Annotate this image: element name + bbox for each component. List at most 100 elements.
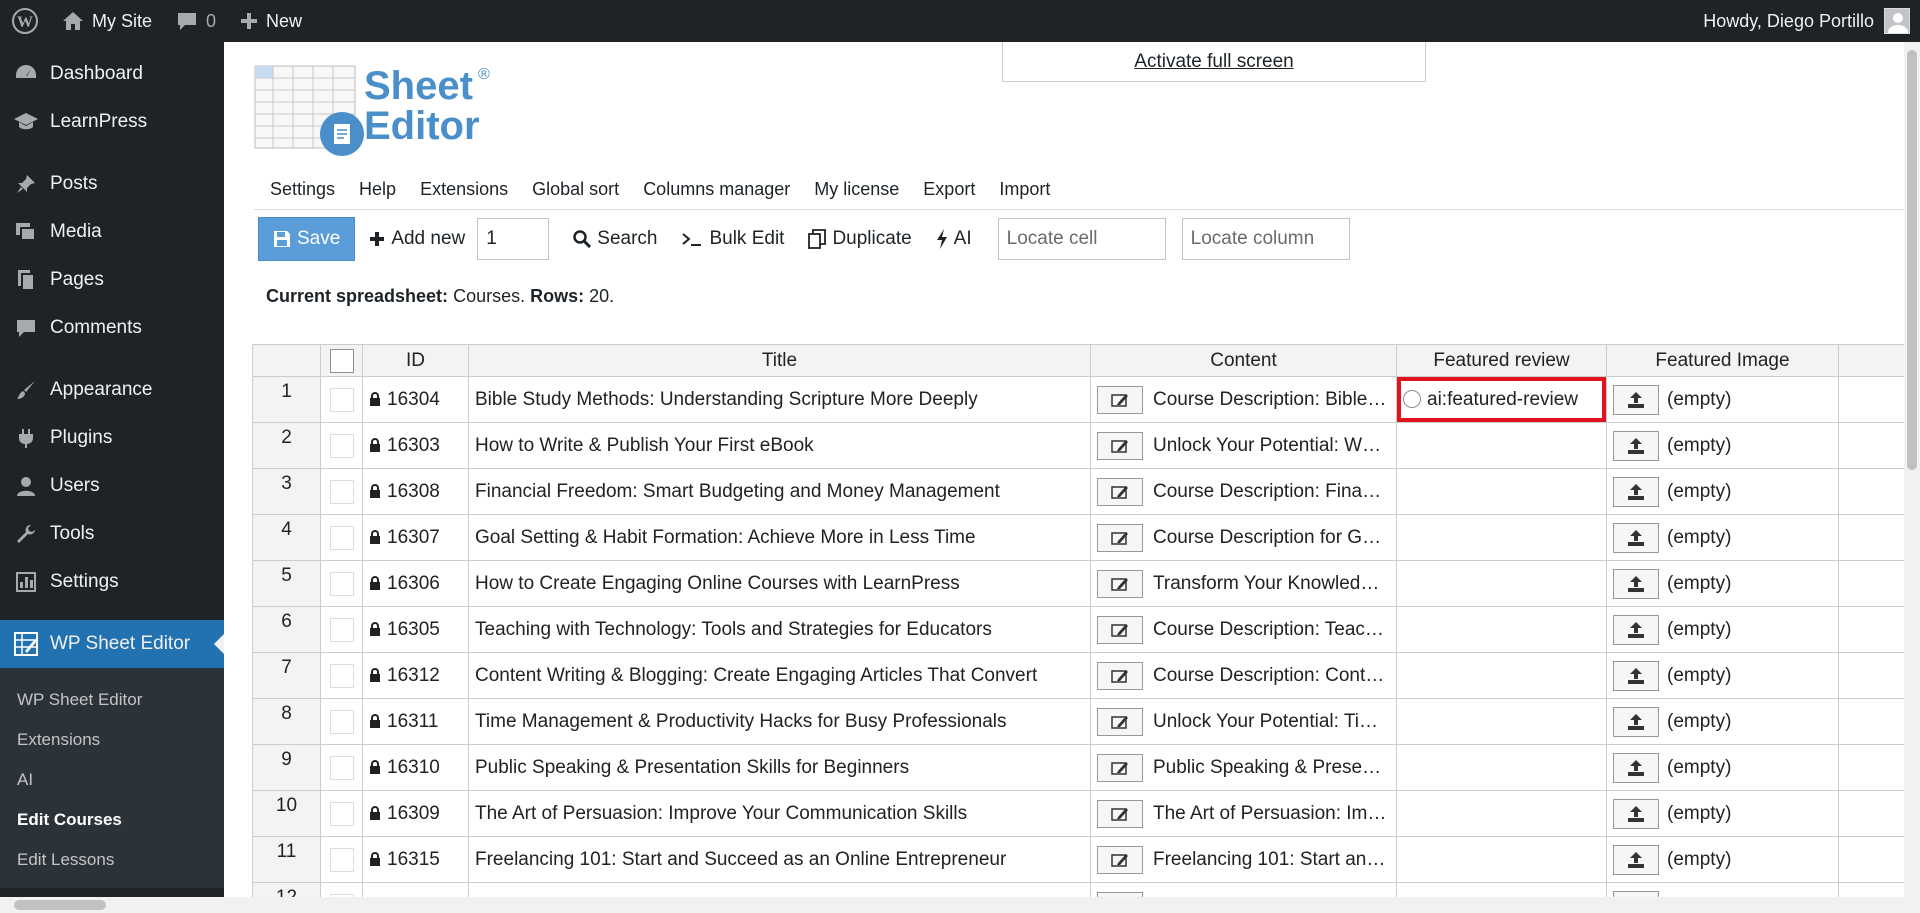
menu-settings[interactable]: Settings bbox=[254, 179, 347, 200]
sidebar-item-appearance[interactable]: Appearance bbox=[0, 366, 224, 414]
featured-image-cell[interactable]: (empty) bbox=[1606, 422, 1839, 469]
submenu-edit-lessons[interactable]: Edit Lessons bbox=[0, 840, 224, 880]
upload-icon[interactable] bbox=[1613, 844, 1659, 875]
activate-fullscreen-link[interactable]: Activate full screen bbox=[1002, 42, 1426, 82]
menu-columns-manager[interactable]: Columns manager bbox=[631, 179, 802, 200]
row-checkbox-cell[interactable] bbox=[320, 514, 363, 561]
upload-icon[interactable] bbox=[1613, 476, 1659, 507]
edit-content-icon[interactable] bbox=[1097, 569, 1143, 598]
upload-icon[interactable] bbox=[1613, 430, 1659, 461]
search-button[interactable]: Search bbox=[561, 217, 669, 261]
upload-icon[interactable] bbox=[1613, 568, 1659, 599]
sidebar-item-dashboard[interactable]: Dashboard bbox=[0, 50, 224, 98]
row-checkbox[interactable] bbox=[329, 801, 354, 826]
submenu-extensions[interactable]: Extensions bbox=[0, 720, 224, 760]
comments-link[interactable]: 0 bbox=[164, 0, 228, 42]
row-checkbox[interactable] bbox=[329, 755, 354, 780]
bulk-edit-button[interactable]: Bulk Edit bbox=[669, 217, 796, 261]
menu-import[interactable]: Import bbox=[987, 179, 1062, 200]
id-cell[interactable]: 16304 bbox=[362, 376, 469, 423]
row-checkbox-cell[interactable] bbox=[320, 468, 363, 515]
featured-review-cell[interactable] bbox=[1396, 422, 1607, 469]
featured-review-cell[interactable] bbox=[1396, 560, 1607, 607]
row-checkbox-cell[interactable] bbox=[320, 376, 363, 423]
edit-content-icon[interactable] bbox=[1097, 799, 1143, 828]
title-cell[interactable]: Content Writing & Blogging: Create Engag… bbox=[468, 652, 1091, 699]
menu-extensions[interactable]: Extensions bbox=[408, 179, 520, 200]
featured-image-cell[interactable]: (empty) bbox=[1606, 560, 1839, 607]
id-cell[interactable]: 16311 bbox=[362, 698, 469, 745]
title-cell[interactable]: Financial Freedom: Smart Budgeting and M… bbox=[468, 468, 1091, 515]
featured-review-cell[interactable] bbox=[1396, 468, 1607, 515]
featured-review-cell[interactable] bbox=[1396, 698, 1607, 745]
locate-column-input[interactable] bbox=[1181, 218, 1350, 260]
upload-icon[interactable] bbox=[1613, 522, 1659, 553]
edit-content-icon[interactable] bbox=[1097, 707, 1143, 736]
upload-icon[interactable] bbox=[1613, 752, 1659, 783]
add-new-count-input[interactable] bbox=[477, 218, 550, 260]
featured-image-cell[interactable]: (empty) bbox=[1606, 376, 1839, 423]
title-cell[interactable]: Teaching with Technology: Tools and Stra… bbox=[468, 606, 1091, 653]
content-cell[interactable]: Course Description: Fina… bbox=[1090, 468, 1397, 515]
duplicate-button[interactable]: Duplicate bbox=[796, 217, 923, 261]
vertical-scroll-thumb[interactable] bbox=[1907, 50, 1917, 470]
content-cell[interactable]: Freelancing 101: Start an… bbox=[1090, 836, 1397, 883]
sidebar-item-wp-sheet-editor[interactable]: WP Sheet Editor bbox=[0, 620, 224, 668]
sidebar-item-learnpress[interactable]: LearnPress bbox=[0, 98, 224, 146]
edit-content-icon[interactable] bbox=[1097, 661, 1143, 690]
title-cell[interactable]: How to Create Engaging Online Courses wi… bbox=[468, 560, 1091, 607]
sidebar-item-pages[interactable]: Pages bbox=[0, 256, 224, 304]
sidebar-item-plugins[interactable]: Plugins bbox=[0, 414, 224, 462]
content-cell[interactable]: Course Description: Soci… bbox=[1090, 882, 1397, 897]
featured-review-cell[interactable] bbox=[1396, 744, 1607, 791]
edit-content-icon[interactable] bbox=[1097, 385, 1143, 414]
vertical-scrollbar[interactable] bbox=[1904, 42, 1920, 897]
id-cell[interactable]: 16314 bbox=[362, 882, 469, 897]
menu-help[interactable]: Help bbox=[347, 179, 408, 200]
row-checkbox[interactable] bbox=[329, 617, 354, 642]
row-checkbox[interactable] bbox=[329, 525, 354, 550]
row-checkbox-cell[interactable] bbox=[320, 836, 363, 883]
featured-image-cell[interactable]: (empty) bbox=[1606, 698, 1839, 745]
content-cell[interactable]: Course Description: Bible… bbox=[1090, 376, 1397, 423]
id-cell[interactable]: 16307 bbox=[362, 514, 469, 561]
featured-image-cell[interactable]: (empty) bbox=[1606, 790, 1839, 837]
id-cell[interactable]: 16306 bbox=[362, 560, 469, 607]
sidebar-item-settings[interactable]: Settings bbox=[0, 558, 224, 606]
upload-icon[interactable] bbox=[1613, 384, 1659, 415]
content-cell[interactable]: Course Description for G… bbox=[1090, 514, 1397, 561]
id-cell[interactable]: 16312 bbox=[362, 652, 469, 699]
menu-my-license[interactable]: My license bbox=[802, 179, 911, 200]
row-checkbox[interactable] bbox=[329, 709, 354, 734]
featured-review-cell[interactable]: ai:featured-review bbox=[1396, 376, 1607, 423]
title-cell[interactable]: How to Write & Publish Your First eBook bbox=[468, 422, 1091, 469]
edit-content-icon[interactable] bbox=[1097, 615, 1143, 644]
locate-cell-input[interactable] bbox=[997, 218, 1166, 260]
upload-icon[interactable] bbox=[1613, 614, 1659, 645]
sidebar-item-posts[interactable]: Posts bbox=[0, 160, 224, 208]
featured-image-cell[interactable]: (empty) bbox=[1606, 836, 1839, 883]
column-header-content[interactable]: Content bbox=[1090, 344, 1397, 377]
new-content-link[interactable]: New bbox=[228, 0, 314, 42]
featured-image-cell[interactable]: (empty) bbox=[1606, 882, 1839, 897]
upload-icon[interactable] bbox=[1613, 706, 1659, 737]
featured-image-cell[interactable]: (empty) bbox=[1606, 468, 1839, 515]
id-cell[interactable]: 16305 bbox=[362, 606, 469, 653]
featured-image-cell[interactable]: (empty) bbox=[1606, 652, 1839, 699]
column-header-featured-review[interactable]: Featured review bbox=[1396, 344, 1607, 377]
featured-review-cell[interactable] bbox=[1396, 652, 1607, 699]
row-checkbox-cell[interactable] bbox=[320, 560, 363, 607]
horizontal-scroll-thumb[interactable] bbox=[14, 900, 106, 910]
ai-button[interactable]: AI bbox=[924, 217, 984, 261]
menu-global-sort[interactable]: Global sort bbox=[520, 179, 631, 200]
title-cell[interactable]: The Art of Persuasion: Improve Your Comm… bbox=[468, 790, 1091, 837]
content-cell[interactable]: Public Speaking & Prese… bbox=[1090, 744, 1397, 791]
row-checkbox[interactable] bbox=[329, 663, 354, 688]
sidebar-item-media[interactable]: Media bbox=[0, 208, 224, 256]
content-cell[interactable]: Unlock Your Potential: Ti… bbox=[1090, 698, 1397, 745]
id-cell[interactable]: 16310 bbox=[362, 744, 469, 791]
featured-image-cell[interactable]: (empty) bbox=[1606, 744, 1839, 791]
content-cell[interactable]: The Art of Persuasion: Im… bbox=[1090, 790, 1397, 837]
site-name-link[interactable]: My Site bbox=[50, 0, 164, 42]
horizontal-scrollbar[interactable] bbox=[0, 897, 1920, 913]
